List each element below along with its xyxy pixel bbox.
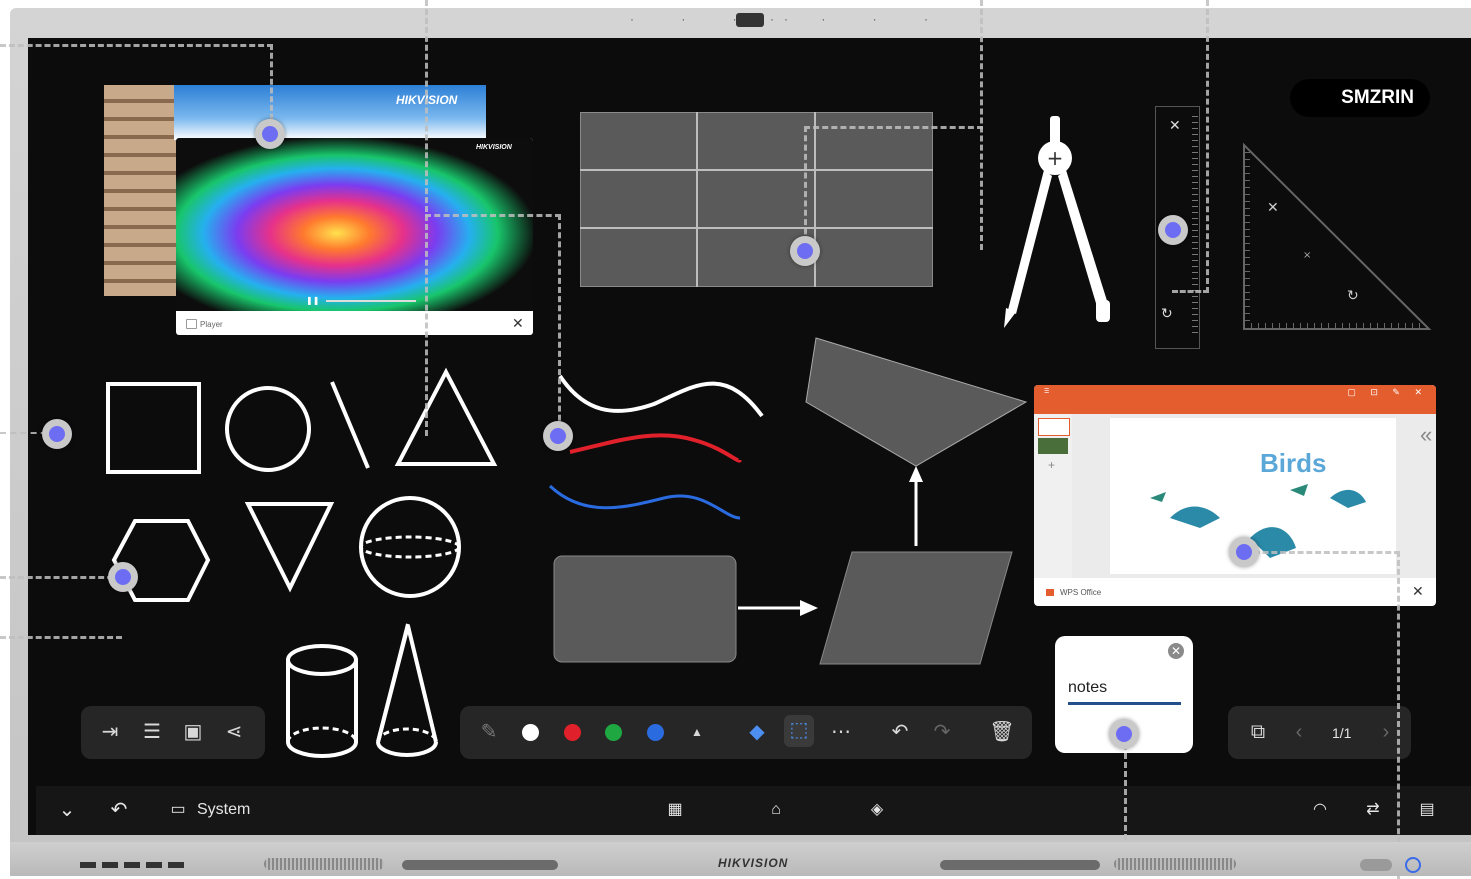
system-label[interactable]: System <box>197 801 250 819</box>
callout-marker <box>42 419 72 449</box>
slide-thumbnail[interactable] <box>1038 438 1068 454</box>
callout-marker <box>1158 215 1188 245</box>
back-icon[interactable]: ↶ <box>104 795 134 825</box>
apps-icon[interactable]: ▦ <box>660 795 690 825</box>
player-icon <box>186 319 197 329</box>
speaker-grille <box>264 858 384 870</box>
svg-text:×: × <box>1303 250 1311 261</box>
slide-title: Birds <box>1260 448 1327 478</box>
callout-line <box>1172 0 1209 293</box>
file-toolbar: ⇥ ☰ ▣ ⋖ <box>81 706 265 759</box>
close-icon[interactable]: ✕ <box>1168 643 1184 659</box>
callout-marker <box>790 236 820 266</box>
more-icon[interactable]: ⋯ <box>826 717 856 747</box>
callout-marker <box>108 562 138 592</box>
wps-footer-label: WPS Office <box>1060 588 1102 597</box>
callout-line <box>425 214 561 439</box>
exit-icon[interactable]: ⇥ <box>95 717 125 747</box>
color-white[interactable] <box>522 724 539 741</box>
svg-text:↻: ↻ <box>1161 306 1173 322</box>
system-icon[interactable]: ▭ <box>163 795 193 825</box>
expand-panel-icon[interactable]: « <box>1420 422 1432 448</box>
expand-icon[interactable]: ▲ <box>682 717 712 747</box>
player-label: Player <box>200 320 223 329</box>
lasso-icon[interactable]: ⬚ <box>784 715 814 747</box>
delete-icon[interactable]: 🗑 <box>987 717 1017 747</box>
save-icon[interactable]: ▣ <box>178 717 208 747</box>
square-shape <box>106 382 201 474</box>
port-strip <box>80 862 190 868</box>
nfc-icon <box>1360 859 1392 871</box>
compass-tool[interactable]: + <box>998 114 1118 336</box>
toolbox-icon[interactable]: ▤ <box>1412 795 1442 825</box>
wps-window-controls[interactable]: ▢ ⊡ ✎ ✕ <box>1347 387 1428 398</box>
color-blue[interactable] <box>647 724 664 741</box>
callout-marker <box>1109 719 1139 749</box>
undo-icon[interactable]: ↶ <box>885 717 915 747</box>
callout-line <box>0 576 122 639</box>
share-icon[interactable]: ⋖ <box>219 717 249 747</box>
user-badge[interactable]: SMZRIN <box>1290 79 1430 117</box>
notes-text[interactable]: notes <box>1068 679 1107 697</box>
pen-toolbar: ✎ ▲ ◆ ⬚ ⋯ ↶ ↷ 🗑 <box>460 706 1032 759</box>
slide-thumbnails[interactable]: + <box>1034 414 1072 578</box>
svg-text:✕: ✕ <box>1267 200 1279 216</box>
data-shape <box>819 551 1013 665</box>
callout-line <box>0 44 273 137</box>
redo-icon[interactable]: ↷ <box>927 717 957 747</box>
process-shape <box>553 555 737 663</box>
home-icon[interactable]: ⌂ <box>761 795 791 825</box>
decision-shape <box>805 337 1028 467</box>
cylinder-shape <box>286 644 358 676</box>
flowchart[interactable] <box>548 334 1028 670</box>
pen-slot <box>940 860 1100 870</box>
callout-marker <box>1229 537 1259 567</box>
wps-logo-icon <box>1046 589 1054 596</box>
slide-thumbnail[interactable] <box>1038 418 1070 436</box>
sphere-shape <box>359 496 461 598</box>
power-icon[interactable] <box>1405 857 1421 873</box>
color-red[interactable] <box>564 724 581 741</box>
svg-text:↻: ↻ <box>1347 288 1359 304</box>
close-icon[interactable]: ✕ <box>1412 583 1424 600</box>
callout-line <box>1245 551 1400 879</box>
callout-line <box>804 126 983 253</box>
pen-icon[interactable]: ✎ <box>474 717 504 747</box>
brand-logo: HIKVISION <box>718 856 789 870</box>
wps-titlebar[interactable]: ☰ ▢ ⊡ ✎ ✕ <box>1034 385 1436 414</box>
menu-icon[interactable]: ☰ <box>137 717 167 747</box>
svg-text:+: + <box>1047 146 1064 170</box>
inverted-triangle-shape <box>244 502 335 593</box>
seek-bar[interactable] <box>326 300 416 302</box>
line-shape <box>330 381 370 469</box>
circle-shape <box>225 386 311 472</box>
add-slide-icon[interactable]: + <box>1048 458 1055 472</box>
eraser-icon[interactable]: ◆ <box>742 717 772 747</box>
notes-underline <box>1068 702 1181 705</box>
collapse-icon[interactable]: ⌄ <box>52 795 82 825</box>
wps-menu-icon[interactable]: ☰ <box>1044 388 1049 395</box>
pen-slot <box>402 860 558 870</box>
layers-icon[interactable]: ◈ <box>862 795 892 825</box>
callout-marker <box>255 119 285 149</box>
pause-icon[interactable]: ❚❚ <box>306 296 319 305</box>
color-green[interactable] <box>605 724 622 741</box>
speaker-grille <box>1114 858 1236 870</box>
callout-marker <box>543 421 573 451</box>
set-square-tool[interactable]: ✕ × ↻ <box>1241 142 1433 332</box>
